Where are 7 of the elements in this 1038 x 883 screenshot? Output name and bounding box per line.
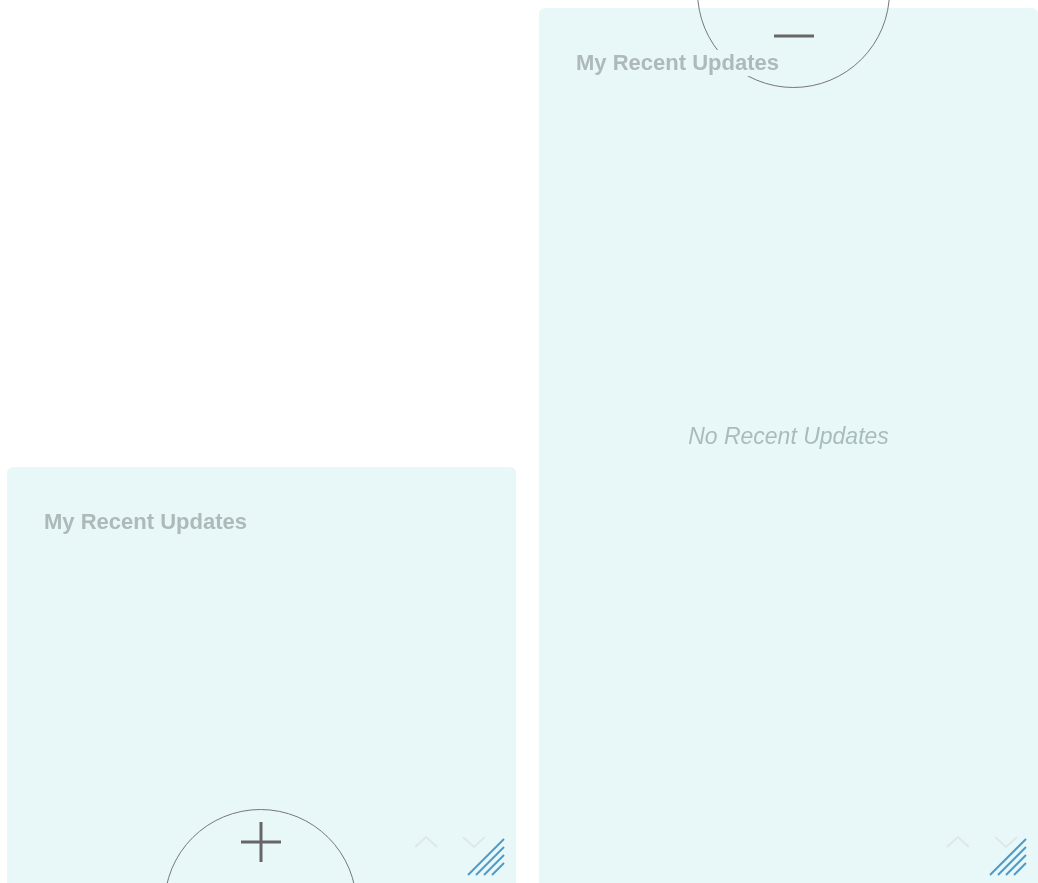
minus-icon [774,34,814,38]
plus-icon [241,822,281,862]
empty-message: No Recent Updates [687,423,890,450]
chevron-down-icon[interactable] [993,835,1019,849]
resize-handle-icon[interactable] [988,837,1028,877]
panel-title: My Recent Updates [576,50,779,76]
resize-handle-icon[interactable] [466,837,506,877]
